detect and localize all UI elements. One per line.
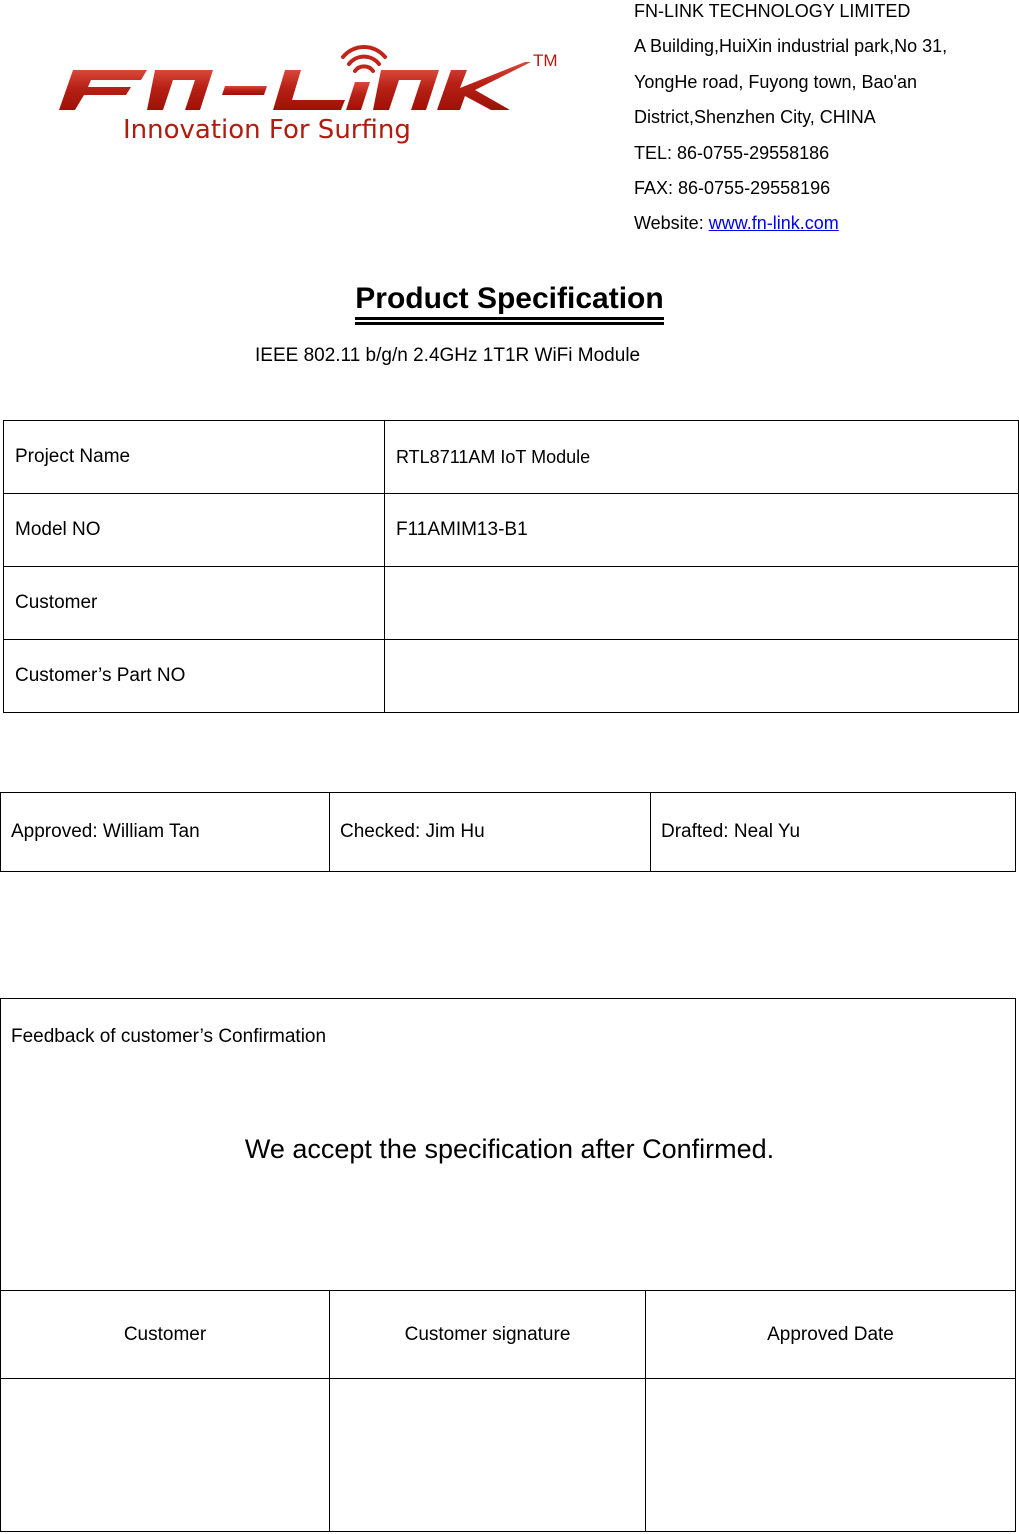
table-row: Customer’s Part NO xyxy=(3,639,1019,713)
customer-confirmation-table: Customer Customer signature Approved Dat… xyxy=(0,1290,1016,1532)
feedback-label: Feedback of customer’s Confirmation xyxy=(11,1026,327,1047)
trademark-symbol: TM xyxy=(533,51,558,70)
wifi-signal-icon xyxy=(341,44,387,73)
approved-by: Approved: William Tan xyxy=(0,792,330,872)
document-subtitle: IEEE 802.11 b/g/n 2.4GHz 1T1R WiFi Modul… xyxy=(255,345,641,366)
table-row: Project Name RTL8711AM IoT Module xyxy=(3,420,1019,494)
acceptance-statement: We accept the specification after Confir… xyxy=(244,1134,775,1164)
signature-column-header: Customer signature xyxy=(329,1290,646,1379)
project-info-table: Project Name RTL8711AM IoT Module Model … xyxy=(3,420,1019,713)
table-row xyxy=(0,1378,1016,1532)
table-row: Model NO F11AMIM13-B1 xyxy=(3,493,1019,567)
customer-column-header: Customer xyxy=(0,1290,330,1379)
drafted-by: Drafted: Neal Yu xyxy=(650,792,1016,872)
company-logo: TM Innovation For Surfing xyxy=(55,40,565,150)
page-title: Product Specification xyxy=(355,282,665,325)
customer-field[interactable] xyxy=(0,1378,330,1532)
project-name-value: RTL8711AM IoT Module xyxy=(384,420,1019,494)
table-header-row: Customer Customer signature Approved Dat… xyxy=(0,1290,1016,1379)
customer-label: Customer xyxy=(3,566,385,640)
address-line-2: YongHe road, Fuyong town, Bao'an xyxy=(634,71,917,92)
approved-date-field[interactable] xyxy=(645,1378,1016,1532)
table-row: Approved: William Tan Checked: Jim Hu Dr… xyxy=(0,792,1016,872)
website-label: Website: xyxy=(634,213,709,234)
checked-by: Checked: Jim Hu xyxy=(329,792,651,872)
fn-link-logo-graphic: TM Innovation For Surfing xyxy=(59,44,558,145)
approved-date-column-header: Approved Date xyxy=(645,1290,1016,1379)
document-title: Product Specification xyxy=(0,282,1019,325)
company-fax: FAX: 86-0755-29558196 xyxy=(634,177,831,198)
company-name: FN-LINK TECHNOLOGY LIMITED xyxy=(634,1,911,21)
signature-field[interactable] xyxy=(329,1378,646,1532)
company-tel: TEL: 86-0755-29558186 xyxy=(634,142,830,163)
company-info: FN-LINK TECHNOLOGY LIMITED A Building,Hu… xyxy=(634,0,1019,242)
customer-value xyxy=(384,566,1019,640)
address-line-3: District,Shenzhen City, CHINA xyxy=(634,107,876,128)
table-row: Customer xyxy=(3,566,1019,640)
project-name-label: Project Name xyxy=(3,420,385,494)
address-line-1: A Building,HuiXin industrial park,No 31, xyxy=(634,36,948,57)
model-no-label: Model NO xyxy=(3,493,385,567)
model-no-value: F11AMIM13-B1 xyxy=(384,493,1019,567)
approval-table: Approved: William Tan Checked: Jim Hu Dr… xyxy=(0,792,1016,872)
company-website: Website: www.fn-link.com xyxy=(634,206,1019,241)
website-link[interactable]: www.fn-link.com xyxy=(709,213,839,233)
logo-tagline: Innovation For Surfing xyxy=(123,115,411,145)
customer-part-no-label: Customer’s Part NO xyxy=(3,639,385,713)
customer-part-no-value xyxy=(384,639,1019,713)
